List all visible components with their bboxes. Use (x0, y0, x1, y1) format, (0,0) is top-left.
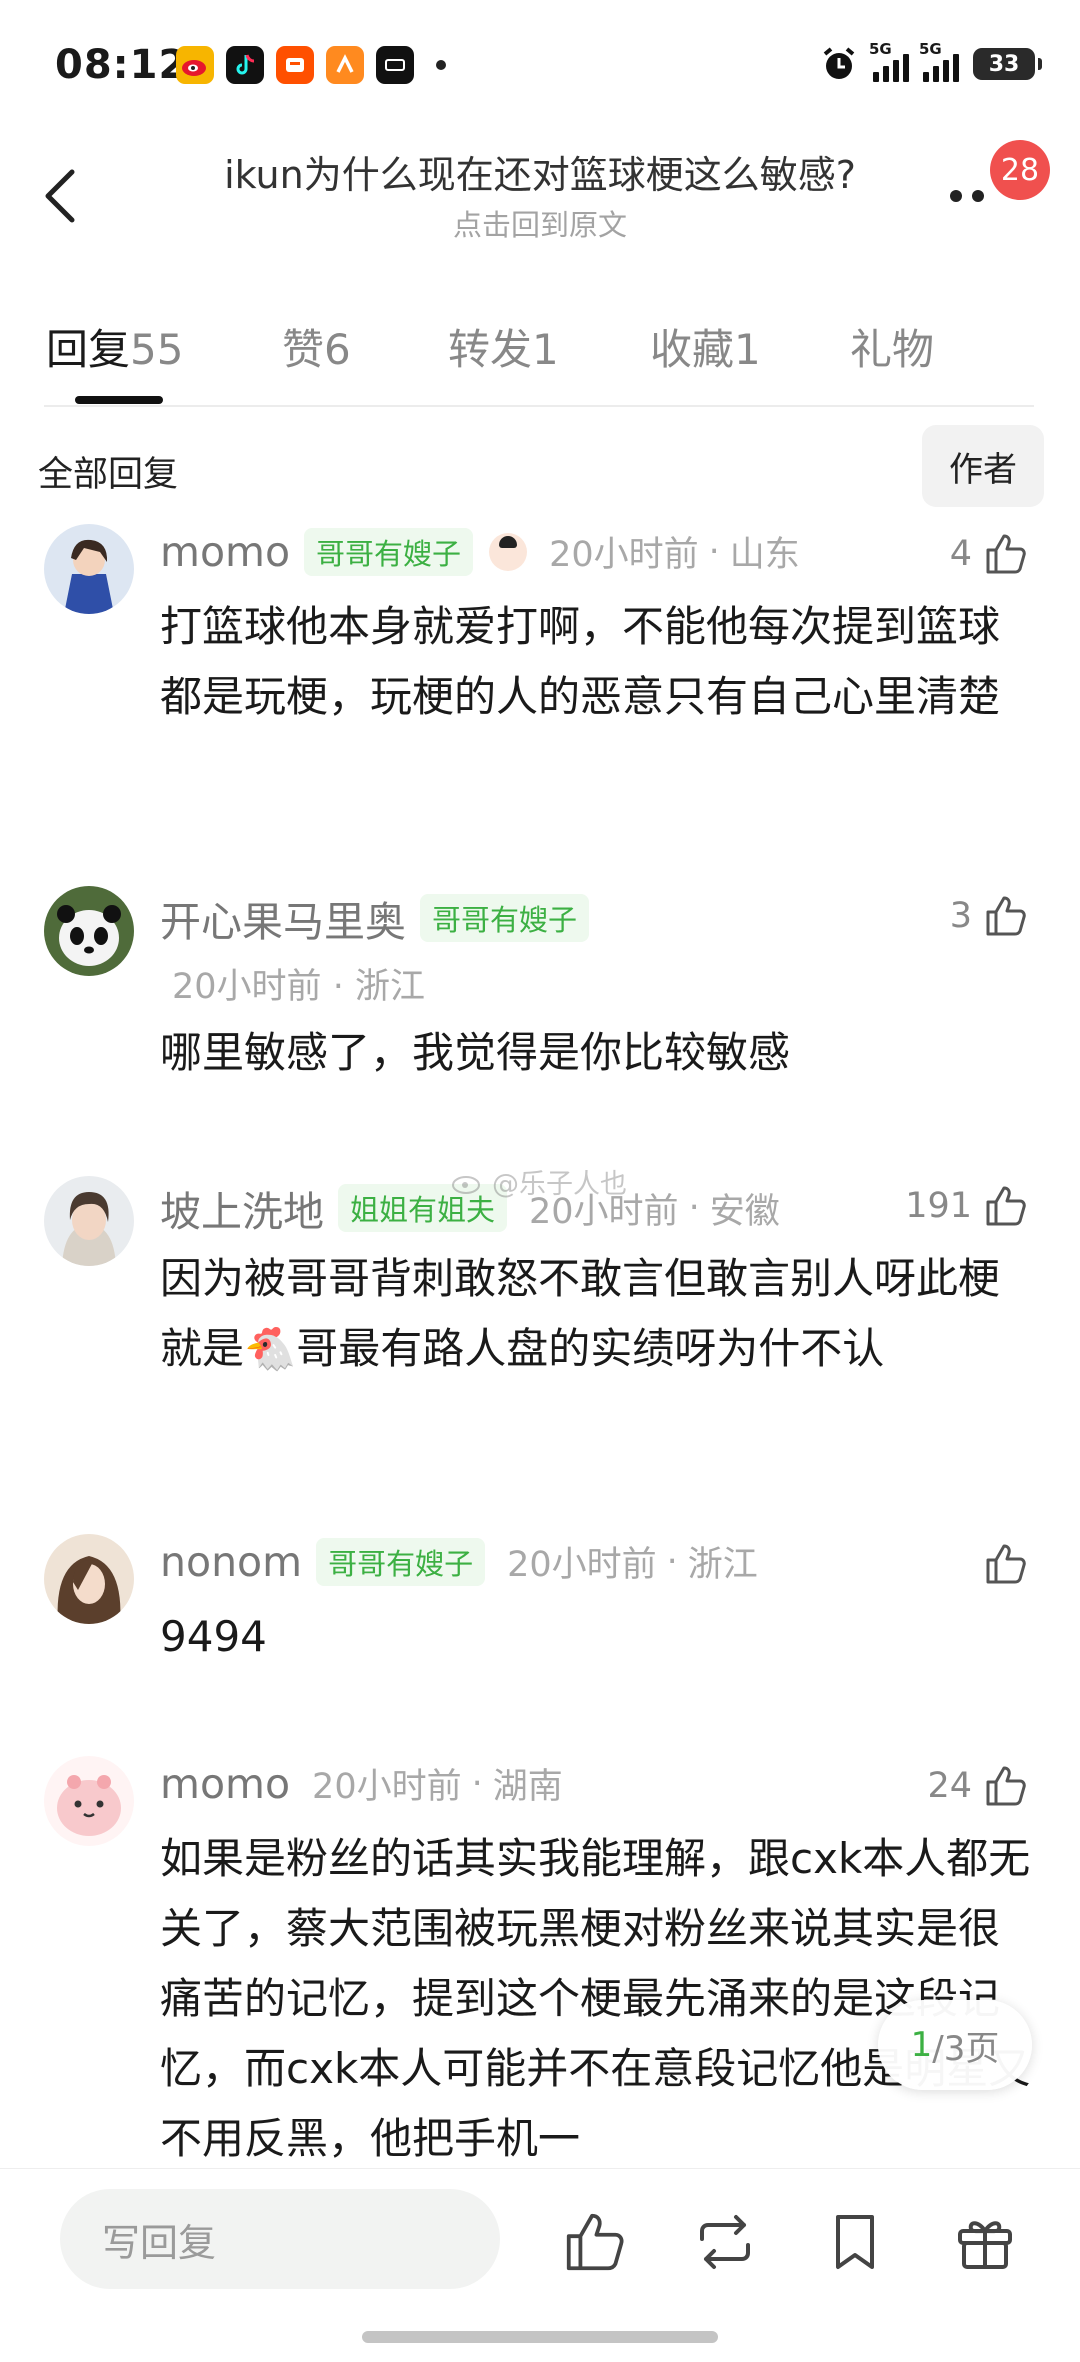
thumbs-up-icon (986, 1544, 1026, 1584)
dot-separator: · (471, 1763, 483, 1804)
thumbs-up-icon (986, 534, 1026, 574)
tabs-divider (44, 405, 1034, 407)
avatar[interactable] (44, 1534, 134, 1624)
comment-header: momo 哥哥有嫂子 20小时前 · 山东 (160, 526, 800, 577)
like-button[interactable]: 4 (950, 530, 1030, 578)
dot-separator: · (666, 1541, 678, 1582)
meituan-icon (326, 46, 364, 84)
comment-location: 山东 (729, 535, 800, 575)
tab-reposts[interactable]: 转发1 (448, 316, 559, 377)
comment-time: 20小时前 (549, 535, 699, 575)
username[interactable]: momo (160, 528, 290, 576)
alarm-icon (823, 47, 855, 79)
comment-location: 安徽 (709, 1191, 780, 1232)
all-replies-filter[interactable]: 全部回复 (38, 446, 178, 497)
comment-text: 如果是粉丝的话其实我能理解，跟cxk本人都无关了，蔡大范围被玩黑梗对粉丝来说其实… (160, 1834, 1031, 2163)
signal-5g-icon: 5G (869, 40, 909, 82)
comment-time: 20小时前 (172, 967, 322, 1007)
repost-icon (700, 2215, 750, 2269)
like-count: 191 (905, 1186, 972, 1226)
tab-replies[interactable]: 回复55 (46, 316, 183, 377)
dot-separator: · (708, 531, 720, 572)
status-app-icons (176, 46, 446, 84)
douyin-icon (226, 46, 264, 84)
comment-text: 因为被哥哥背刺敢怒不敢言但敢言别人呀此梗就是🐔哥最有路人盘的实绩呀为什不认 (160, 1254, 1001, 1373)
gift-icon (958, 2221, 1012, 2269)
comment-time: 20小时前 (312, 1767, 462, 1807)
username[interactable]: momo (160, 1760, 290, 1808)
fan-badge[interactable]: 哥哥有嫂子 (420, 894, 590, 942)
gift-button[interactable] (950, 2207, 1020, 2277)
repost-button[interactable] (690, 2207, 760, 2277)
comment-text: 9494 (160, 1612, 267, 1661)
like-button[interactable]: 24 (927, 1762, 1030, 1810)
like-button[interactable]: 3 (950, 892, 1030, 940)
avatar[interactable] (44, 1176, 134, 1266)
reaction-tabs: 回复55 赞6 转发1 收藏1 礼物 (0, 300, 1080, 408)
like-button[interactable] (972, 1540, 1030, 1588)
avatar-sticker-icon (489, 532, 528, 571)
back-to-original-link[interactable]: 点击回到原文 (0, 202, 1080, 244)
bookmark-button[interactable] (820, 2207, 890, 2277)
bottom-action-bar: 写回复 (0, 2168, 1080, 2362)
comment-text: 打篮球他本身就爱打啊，不能他每次提到篮球都是玩梗，玩梗的人的恶意只有自己心里清楚 (160, 602, 1001, 721)
like-button[interactable]: 191 (905, 1182, 1030, 1230)
thumbs-up-icon (986, 1186, 1026, 1226)
watermark: @乐子人也 (450, 1162, 627, 1201)
notification-dot-icon (436, 60, 446, 70)
comment-header: momo 20小时前 · 湖南 (160, 1758, 563, 1809)
total-pages: /3页 (932, 2028, 1000, 2069)
like-post-button[interactable] (560, 2207, 630, 2277)
avatar[interactable] (44, 1756, 134, 1846)
fan-badge[interactable]: 哥哥有嫂子 (304, 527, 474, 576)
home-indicator[interactable] (362, 2331, 718, 2343)
bookmark-icon (836, 2215, 874, 2269)
battery-icon: 33 (973, 48, 1042, 80)
avatar[interactable] (44, 524, 134, 614)
post-header: ikun为什么现在还对篮球梗这么敏感? 点击回到原文 28 (0, 130, 1080, 260)
active-tab-indicator (75, 396, 163, 404)
avatar[interactable] (44, 886, 134, 976)
notification-badge[interactable]: 28 (990, 140, 1050, 200)
page-indicator[interactable]: 1/3页 (878, 2000, 1032, 2090)
signal-5g-icon-2: 5G (919, 40, 959, 82)
more-options-button[interactable] (950, 184, 1000, 208)
like-count: 24 (927, 1766, 972, 1806)
comment-time: 20小时前 (507, 1545, 657, 1585)
status-time: 08:12 (55, 42, 188, 88)
taobao-icon (276, 46, 314, 84)
thumbs-up-icon (986, 1766, 1026, 1806)
like-count: 3 (949, 896, 972, 936)
comment-header: 开心果马里奥 哥哥有嫂子 (160, 888, 590, 948)
current-page: 1 (910, 2025, 933, 2065)
thumbs-up-icon (566, 2213, 624, 2271)
comment-location: 湖南 (492, 1767, 563, 1807)
author-filter-button[interactable]: 作者 (922, 425, 1044, 507)
username[interactable]: 开心果马里奥 (160, 888, 406, 948)
tab-gifts[interactable]: 礼物 (850, 316, 934, 377)
fan-badge[interactable]: 哥哥有嫂子 (316, 1537, 486, 1586)
username[interactable]: nonom (160, 1538, 302, 1586)
tab-favorites[interactable]: 收藏1 (650, 316, 761, 377)
weibo-logo-icon (452, 1175, 480, 1194)
dot-separator: · (688, 1188, 700, 1228)
status-bar: 08:12 5G 5G 33 (0, 0, 1080, 130)
comment-header: nonom 哥哥有嫂子 20小时前 · 浙江 (160, 1536, 758, 1587)
weibo-icon (176, 46, 214, 84)
like-count: 4 (949, 534, 972, 574)
comment-location: 浙江 (354, 967, 425, 1007)
username[interactable]: 坡上洗地 (160, 1178, 324, 1238)
reply-input[interactable]: 写回复 (60, 2189, 500, 2289)
status-indicators: 5G 5G 33 (819, 40, 1042, 84)
thumbs-up-icon (986, 896, 1026, 936)
tab-likes[interactable]: 赞6 (282, 316, 351, 377)
comment-meta: 20小时前 · 浙江 (172, 958, 425, 1009)
post-title[interactable]: ikun为什么现在还对篮球梗这么敏感? (0, 144, 1080, 199)
comment-location: 浙江 (687, 1545, 758, 1585)
dewu-icon (376, 46, 414, 84)
dot-separator: · (332, 967, 355, 1007)
comment-text: 哪里敏感了，我觉得是你比较敏感 (160, 1028, 791, 1077)
